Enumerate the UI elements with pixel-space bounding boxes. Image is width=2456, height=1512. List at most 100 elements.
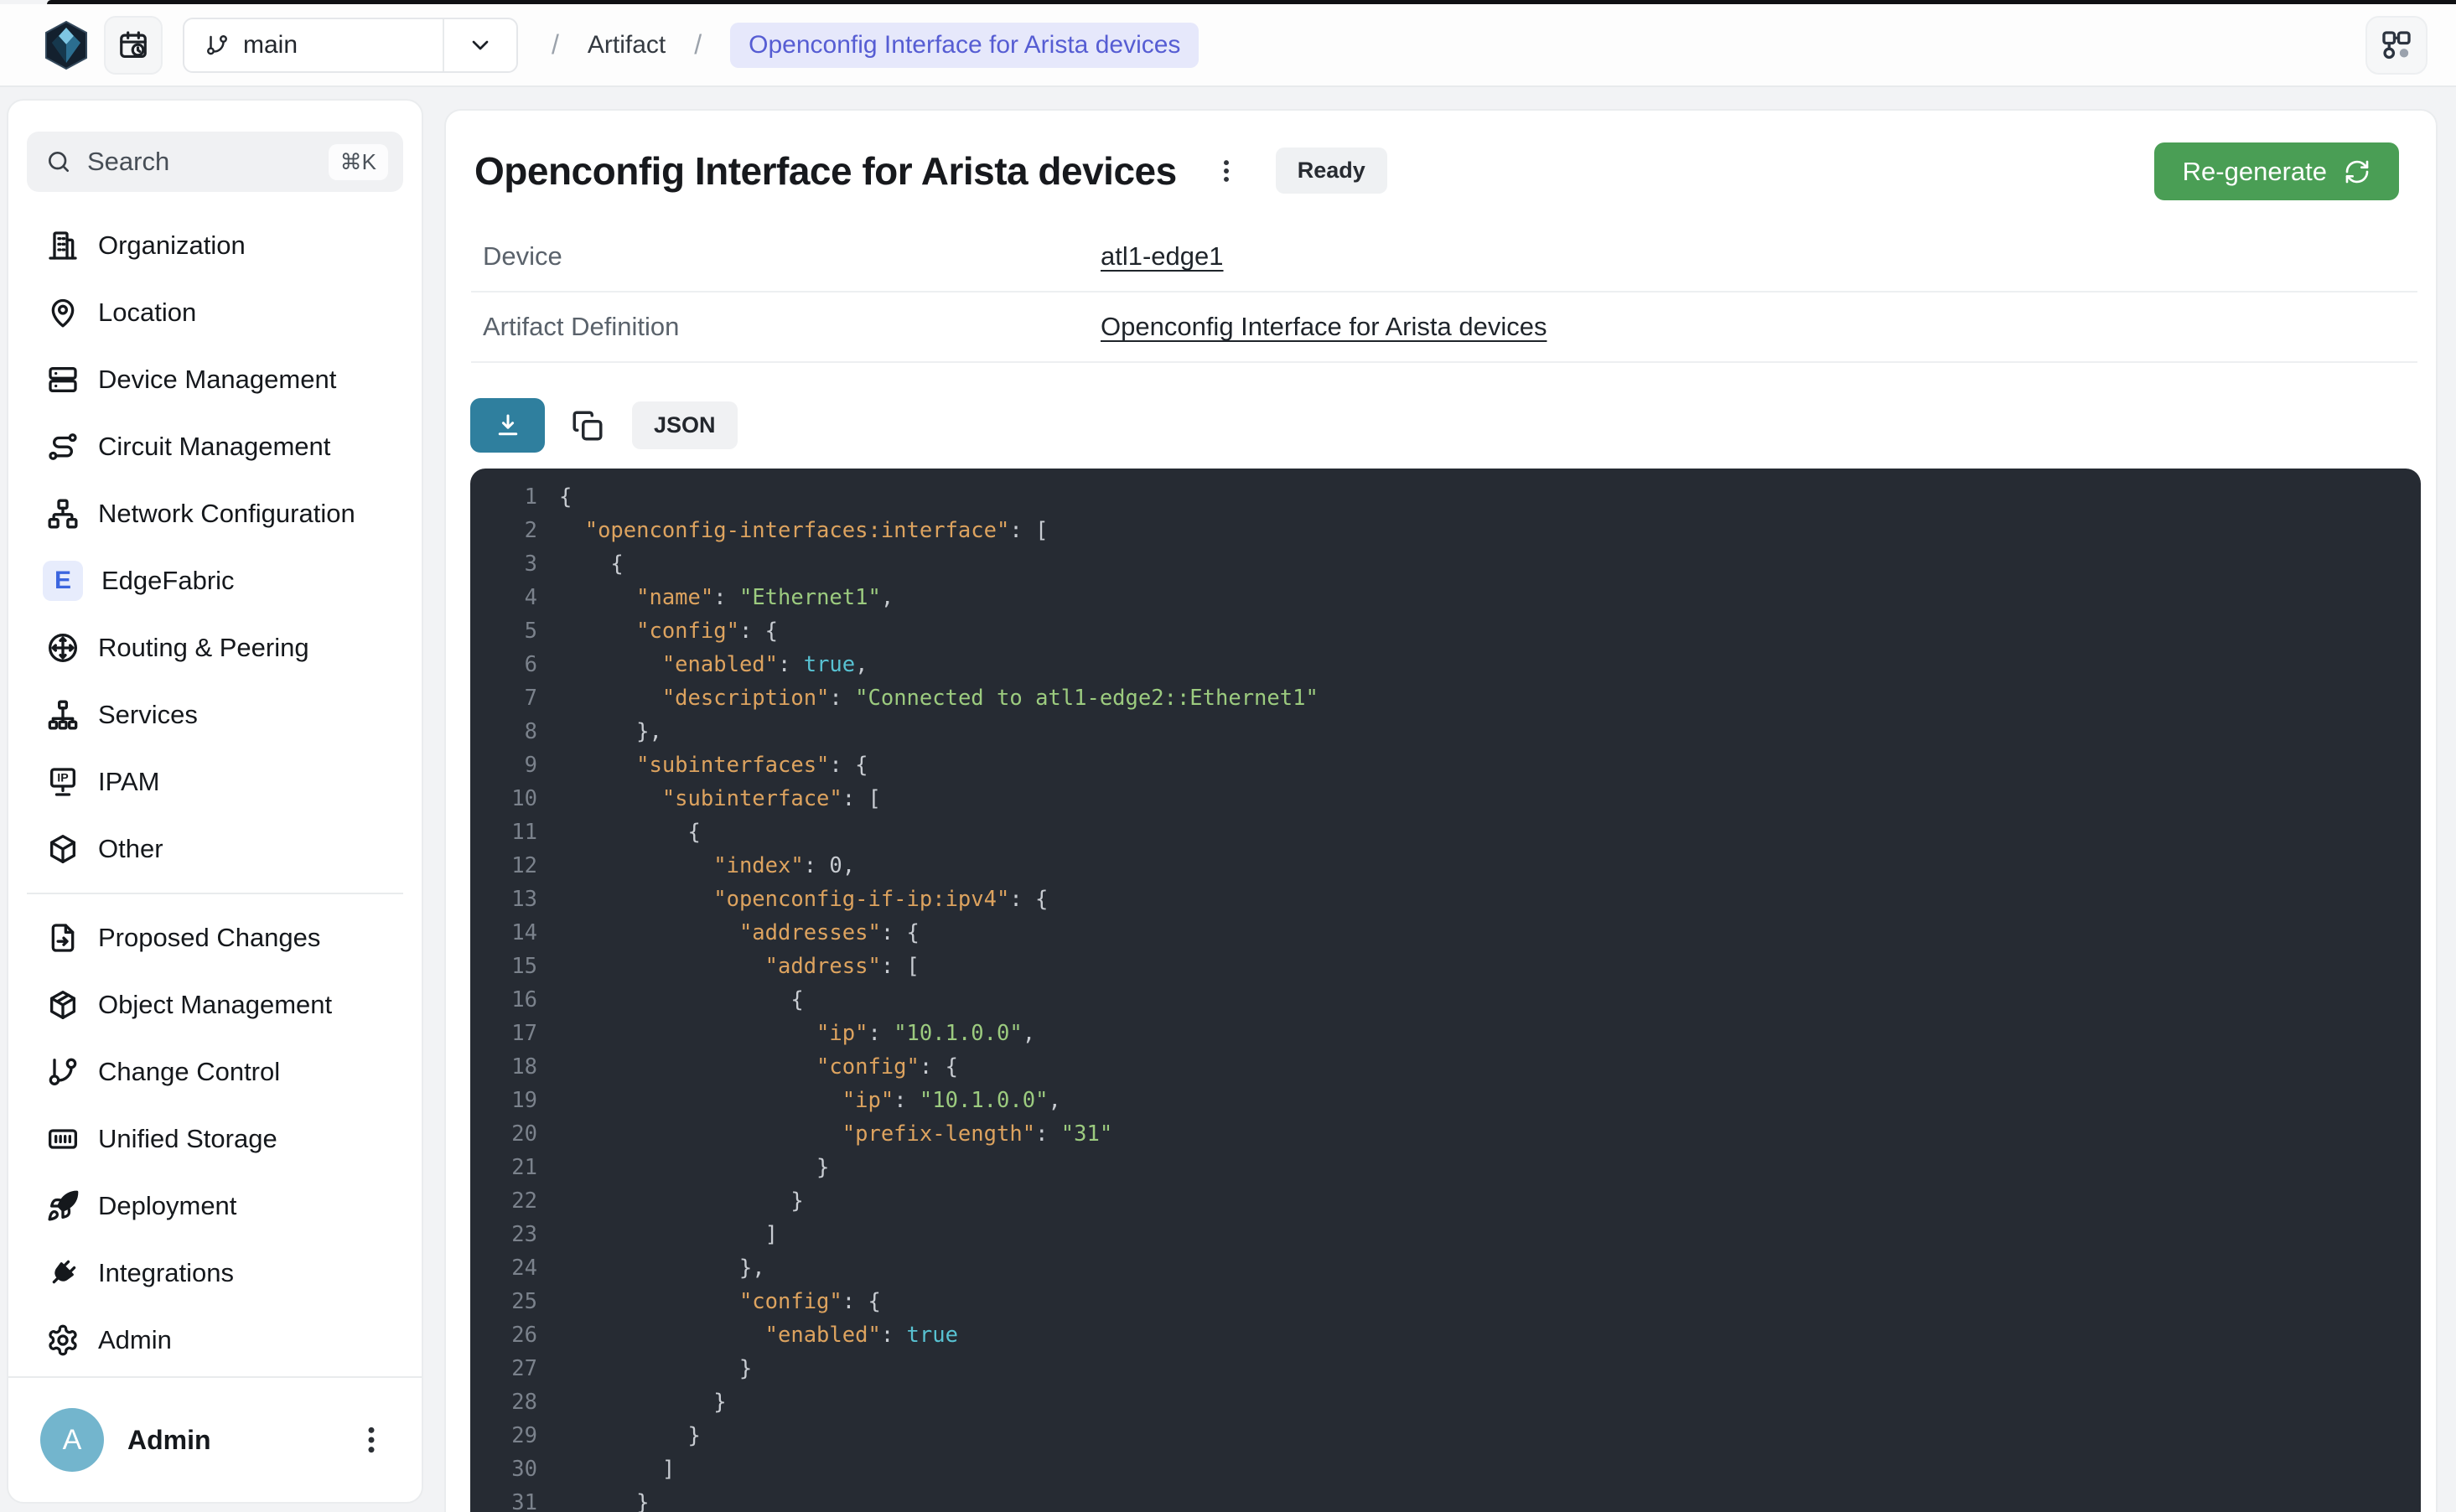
code-line: 13 "openconfig-if-ip:ipv4": { (470, 883, 2421, 916)
sidebar-item-unified-storage[interactable]: Unified Storage (8, 1106, 422, 1173)
sidebar-item-services[interactable]: Services (8, 681, 422, 748)
line-number: 7 (470, 681, 537, 715)
calendar-button[interactable] (104, 16, 163, 75)
sidebar-item-label: Admin (98, 1325, 172, 1355)
sidebar-item-circuit-management[interactable]: Circuit Management (8, 413, 422, 480)
sidebar-item-label: Routing & Peering (98, 633, 309, 663)
workflow-icon (2380, 28, 2413, 62)
sidebar-item-proposed-changes[interactable]: Proposed Changes (8, 904, 422, 971)
sidebar-item-organization[interactable]: Organization (8, 212, 422, 279)
title-kebab-icon[interactable] (1212, 154, 1241, 188)
sidebar-nav: Organization Location Device Management Cir… (8, 212, 422, 1374)
code-line: 19 "ip": "10.1.0.0", (470, 1084, 2421, 1117)
sidebar-item-network-configuration[interactable]: Network Configuration (8, 480, 422, 547)
logo-icon (44, 20, 89, 70)
code-line: 15 "address": [ (470, 950, 2421, 983)
field-label: Device (471, 241, 1101, 272)
sidebar-item-ipam[interactable]: IPIPAM (8, 748, 422, 816)
sidebar-item-routing-peering[interactable]: Routing & Peering (8, 614, 422, 681)
search-shortcut: ⌘K (329, 144, 388, 180)
branch-selector[interactable]: main (183, 18, 518, 73)
artifact-definition-link[interactable]: Openconfig Interface for Arista devices (1101, 312, 1547, 342)
search-input[interactable]: Search ⌘K (27, 132, 403, 192)
sidebar-item-label: Object Management (98, 990, 332, 1020)
status-badge: Ready (1276, 148, 1387, 194)
line-number: 11 (470, 816, 537, 849)
sidebar-item-location[interactable]: Location (8, 279, 422, 346)
breadcrumb-separator: / (552, 29, 559, 60)
sidebar-item-object-management[interactable]: Object Management (8, 971, 422, 1038)
line-number: 6 (470, 648, 537, 681)
sidebar-item-label: Change Control (98, 1057, 280, 1087)
router-icon (46, 631, 80, 665)
sidebar-item-change-control[interactable]: Change Control (8, 1038, 422, 1106)
code-line: 26 "enabled": true (470, 1318, 2421, 1352)
code-line: 5 "config": { (470, 614, 2421, 648)
line-number: 22 (470, 1184, 537, 1218)
code-line: 7 "description": "Connected to atl1-edge… (470, 681, 2421, 715)
line-number: 3 (470, 547, 537, 581)
git-branch-icon (46, 1055, 80, 1089)
code-line: 20 "prefix-length": "31" (470, 1117, 2421, 1151)
sidebar-item-label: Location (98, 298, 196, 328)
code-line: 24 }, (470, 1251, 2421, 1285)
line-number: 4 (470, 581, 537, 614)
download-button[interactable] (470, 398, 545, 453)
breadcrumb-parent[interactable]: Artifact (588, 31, 666, 60)
title-row: Openconfig Interface for Arista devices … (474, 148, 2417, 194)
sidebar-item-integrations[interactable]: Integrations (8, 1240, 422, 1307)
line-number: 13 (470, 883, 537, 916)
sidebar-item-label: Device Management (98, 365, 336, 395)
refresh-icon (2344, 158, 2371, 185)
workflow-apps-button[interactable] (2365, 16, 2428, 75)
code-line: 21 } (470, 1151, 2421, 1184)
sidebar-item-admin[interactable]: Admin (8, 1307, 422, 1374)
sidebar-item-device-management[interactable]: Device Management (8, 346, 422, 413)
code-line: 3 { (470, 547, 2421, 581)
code-line: 11 { (470, 816, 2421, 849)
line-number: 12 (470, 849, 537, 883)
breadcrumb-current[interactable]: Openconfig Interface for Arista devices (730, 23, 1199, 68)
edgefabric-badge: E (43, 561, 83, 601)
copy-button[interactable] (570, 408, 605, 443)
file-change-icon (46, 921, 80, 955)
sidebar-item-edgefabric[interactable]: EEdgeFabric (8, 547, 422, 614)
line-number: 15 (470, 950, 537, 983)
network-icon (46, 497, 80, 531)
app-logo[interactable] (44, 20, 89, 70)
sidebar: Search ⌘K Organization Location Device Man… (7, 99, 423, 1504)
code-line: 10 "subinterface": [ (470, 782, 2421, 816)
sidebar-item-deployment[interactable]: Deployment (8, 1173, 422, 1240)
user-menu[interactable]: A Admin (8, 1376, 422, 1502)
user-kebab-icon[interactable] (355, 1421, 388, 1458)
regenerate-button[interactable]: Re-generate (2154, 142, 2399, 200)
line-number: 17 (470, 1017, 537, 1050)
breadcrumb-separator: / (694, 29, 702, 60)
field-label: Artifact Definition (471, 312, 1101, 342)
line-number: 30 (470, 1452, 537, 1486)
code-block[interactable]: 1{2 "openconfig-interfaces:interface": [… (470, 469, 2421, 1512)
git-branch-icon (205, 33, 230, 58)
sidebar-item-label: Network Configuration (98, 499, 355, 529)
sidebar-item-other[interactable]: Other (8, 816, 422, 883)
code-line: 8 }, (470, 715, 2421, 748)
code-line: 29 } (470, 1419, 2421, 1452)
line-number: 29 (470, 1419, 537, 1452)
line-number: 26 (470, 1318, 537, 1352)
fields-table: Device atl1-edge1 Artifact Definition Op… (471, 222, 2417, 363)
app-window: main / Artifact / Openconfig Interface f… (0, 0, 2456, 1512)
code-line: 27 } (470, 1352, 2421, 1385)
code-line: 6 "enabled": true, (470, 648, 2421, 681)
sidebar-item-label: Circuit Management (98, 432, 330, 462)
code-line: 9 "subinterfaces": { (470, 748, 2421, 782)
breadcrumb: / Artifact / Openconfig Interface for Ar… (552, 23, 1199, 68)
page-title: Openconfig Interface for Arista devices (474, 148, 1177, 194)
building-icon (46, 229, 80, 262)
code-line: 16 { (470, 983, 2421, 1017)
sidebar-item-label: Organization (98, 230, 246, 261)
branch-selector-caret[interactable] (444, 19, 516, 71)
line-number: 31 (470, 1486, 537, 1512)
device-link[interactable]: atl1-edge1 (1101, 241, 1224, 272)
line-number: 16 (470, 983, 537, 1017)
code-line: 18 "config": { (470, 1050, 2421, 1084)
